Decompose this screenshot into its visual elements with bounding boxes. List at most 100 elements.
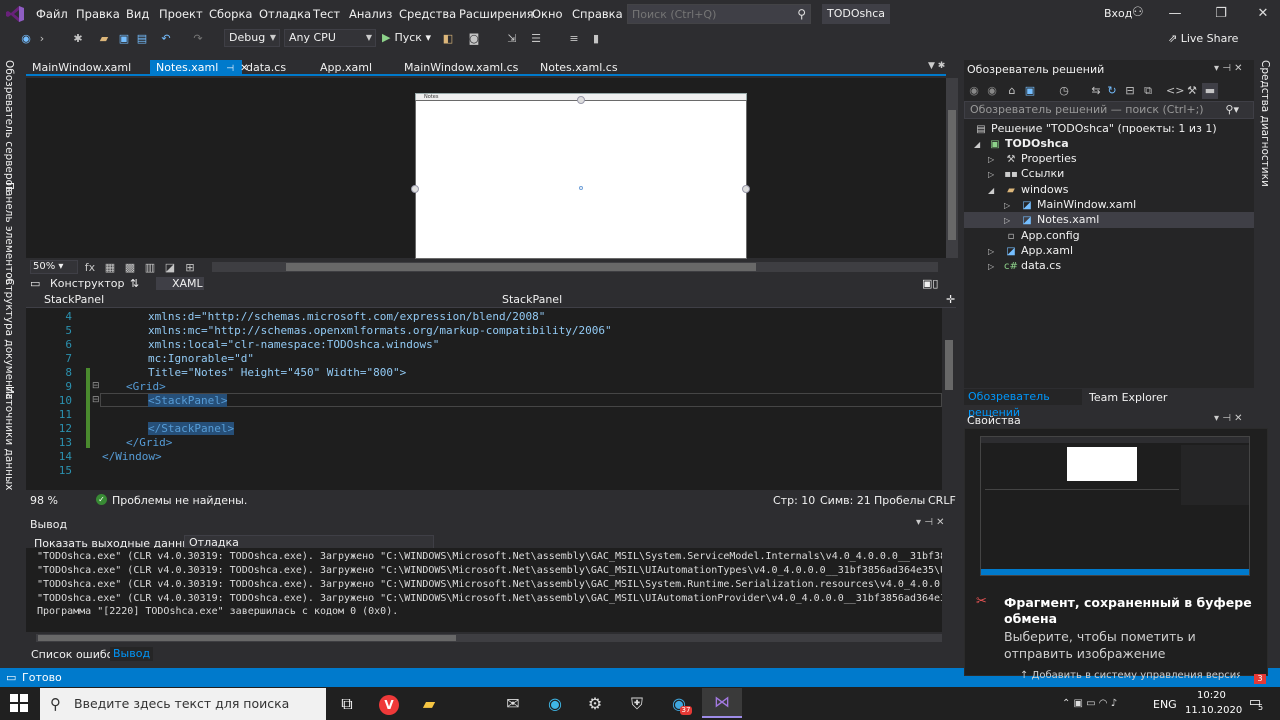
menu-edit[interactable]: Правка: [76, 7, 120, 21]
menu-test[interactable]: Тест: [313, 7, 340, 21]
tab-team-explorer[interactable]: Team Explorer: [1089, 391, 1167, 404]
save-icon[interactable]: ▣: [116, 31, 132, 47]
files-icon[interactable]: ⧉: [1140, 83, 1156, 99]
menu-view[interactable]: Вид: [126, 7, 149, 21]
forward-icon[interactable]: ◉: [984, 83, 1000, 99]
pin-icon[interactable]: ⊣: [226, 64, 234, 74]
designer-tab-icon[interactable]: ▭: [30, 277, 40, 290]
open-folder-icon[interactable]: ▰: [96, 31, 112, 47]
panel-options-icon[interactable]: ▾ ⊣ ✕: [916, 517, 944, 528]
snap-lines-icon[interactable]: ◪: [162, 260, 178, 276]
notifications-badge[interactable]: 3: [1254, 674, 1266, 684]
wrench-icon[interactable]: ⚒: [1184, 83, 1200, 99]
menu-window[interactable]: Окно: [532, 7, 563, 21]
solution-explorer-search[interactable]: Обозреватель решений — поиск (Ctrl+;) ⚲▾: [964, 101, 1254, 119]
element-nav-right[interactable]: StackPanel: [488, 293, 942, 307]
vtab-server-explorer[interactable]: Обозреватель серверов: [3, 60, 15, 192]
panel-options-icon[interactable]: ▾ ⊣ ✕: [1214, 413, 1242, 424]
code-line[interactable]: xmlns:d="http://schemas.microsoft.com/ex…: [148, 310, 545, 323]
collapsed-arrow-icon[interactable]: ▷: [988, 262, 994, 271]
vivaldi-icon[interactable]: V: [374, 690, 404, 718]
code-line[interactable]: <Grid>: [126, 380, 166, 393]
screenshot-thumbnail[interactable]: [980, 436, 1250, 576]
code-line[interactable]: Title="Notes" Height="450" Width="800">: [148, 366, 406, 379]
code-line-selected[interactable]: <StackPanel>: [148, 394, 228, 407]
system-tray-icons[interactable]: ⌃ ▣ ▭ ◠ ♪: [1062, 698, 1117, 709]
element-nav-left[interactable]: StackPanel: [30, 293, 484, 307]
grid-icon[interactable]: ▦: [102, 260, 118, 276]
menu-file[interactable]: Файл: [36, 7, 68, 21]
tabs-dropdown-icon[interactable]: ▼ ✱: [928, 61, 945, 71]
tab-designer[interactable]: Конструктор: [50, 277, 124, 290]
task-view-icon[interactable]: ⧉: [332, 690, 362, 718]
menu-debug[interactable]: Отладка: [259, 7, 311, 21]
browser-icon[interactable]: ◧: [440, 31, 456, 47]
clock-time[interactable]: 10:20: [1197, 690, 1226, 701]
swap-panes-icon[interactable]: ⇅: [130, 277, 139, 290]
eol-indicator[interactable]: CRLF: [928, 494, 956, 507]
home-icon[interactable]: ⌂: [1004, 83, 1020, 99]
run-button[interactable]: ▶ Пуск ▾: [382, 31, 431, 44]
code-view-icon[interactable]: <>: [1166, 83, 1184, 99]
tree-references[interactable]: ▪▪ Ссылки: [1004, 166, 1064, 181]
minimize-icon[interactable]: —: [1160, 4, 1190, 24]
split-horizontal-icon[interactable]: ▣▯: [922, 277, 938, 290]
tab-mainwindow-xaml[interactable]: MainWindow.xaml: [26, 60, 137, 76]
taskbar-search-box[interactable]: ⚲ Введите здесь текст для поиска: [40, 688, 326, 720]
tree-app-xaml[interactable]: ◪ App.xaml: [1004, 243, 1073, 258]
code-line[interactable]: xmlns:local="clr-namespace:TODOshca.wind…: [148, 338, 439, 351]
output-horizontal-scroll-thumb[interactable]: [38, 635, 456, 641]
collapsed-arrow-icon[interactable]: ▷: [1004, 201, 1010, 210]
collapsed-arrow-icon[interactable]: ▷: [988, 170, 994, 179]
refresh-icon[interactable]: ↻: [1104, 83, 1120, 99]
redo-icon[interactable]: ↷: [190, 31, 206, 47]
comment-icon[interactable]: ≡: [566, 31, 582, 47]
close-icon[interactable]: ✕: [1248, 4, 1278, 24]
code-line[interactable]: xmlns:mc="http://schemas.openxmlformats.…: [148, 324, 612, 337]
menu-analyze[interactable]: Анализ: [349, 7, 392, 21]
snap-grid-icon[interactable]: ▩: [122, 260, 138, 276]
collapse-all-icon[interactable]: ⊟: [1122, 83, 1138, 99]
preview-icon[interactable]: ▬: [1202, 83, 1218, 99]
defender-shield-icon[interactable]: ⛨: [622, 690, 652, 718]
resize-handle-left[interactable]: [411, 185, 419, 193]
collapse-icon[interactable]: ⊟: [92, 395, 100, 405]
camera-icon[interactable]: ◙: [466, 31, 482, 47]
fx-icon[interactable]: fx: [82, 260, 98, 276]
code-line[interactable]: </Window>: [102, 450, 162, 463]
tab-app-xaml[interactable]: App.xaml: [314, 60, 378, 76]
save-all-icon[interactable]: ▤: [134, 31, 150, 47]
designer-horizontal-scroll-thumb[interactable]: [286, 263, 756, 271]
tab-notes-xaml[interactable]: Notes.xaml ⊣ ✕: [150, 60, 249, 76]
undo-icon[interactable]: ↶: [158, 31, 174, 47]
menu-build[interactable]: Сборка: [209, 7, 252, 21]
platform-select[interactable]: Any CPU ▼: [284, 29, 376, 47]
device-icon[interactable]: ⊞: [182, 260, 198, 276]
forward-icon[interactable]: ›: [34, 31, 50, 47]
tree-notes-xaml[interactable]: ◪ Notes.xaml: [1020, 212, 1099, 227]
tree-project[interactable]: ▣ TODOshca: [988, 136, 1068, 151]
quick-search-box[interactable]: ⚲: [627, 4, 811, 24]
expanded-arrow-icon[interactable]: ◢: [974, 140, 980, 149]
menu-project[interactable]: Проект: [159, 7, 203, 21]
edge-icon[interactable]: ◉: [540, 690, 570, 718]
settings-gear-icon[interactable]: ⚙: [580, 690, 610, 718]
tab-notes-xaml-cs[interactable]: Notes.xaml.cs: [534, 60, 624, 76]
designer-artboard[interactable]: [415, 100, 747, 259]
mail-icon[interactable]: ✉: [498, 690, 528, 718]
expanded-arrow-icon[interactable]: ◢: [988, 186, 994, 195]
vcs-button[interactable]: ↑ Добавить в систему управления версиями: [1020, 670, 1240, 681]
vtab-toolbox[interactable]: Панель элементов: [3, 182, 15, 285]
tree-folder-windows[interactable]: ▰ windows: [1004, 182, 1068, 197]
tab-xaml[interactable]: XAML: [156, 277, 204, 290]
menu-tools[interactable]: Средства: [399, 7, 456, 21]
quick-search-input[interactable]: [628, 5, 788, 23]
search-icon[interactable]: ⚲▾: [1225, 102, 1239, 118]
tree-solution[interactable]: ▤ Решение "TODOshca" (проекты: 1 из 1): [974, 121, 1216, 136]
windows-start-icon[interactable]: [10, 694, 28, 712]
collapsed-arrow-icon[interactable]: ▷: [1004, 216, 1010, 225]
collapsed-arrow-icon[interactable]: ▷: [988, 247, 994, 256]
step-icon[interactable]: ⇲: [504, 31, 520, 47]
editor-vertical-scrollbar[interactable]: [942, 308, 956, 490]
input-language[interactable]: ENG: [1153, 698, 1177, 711]
